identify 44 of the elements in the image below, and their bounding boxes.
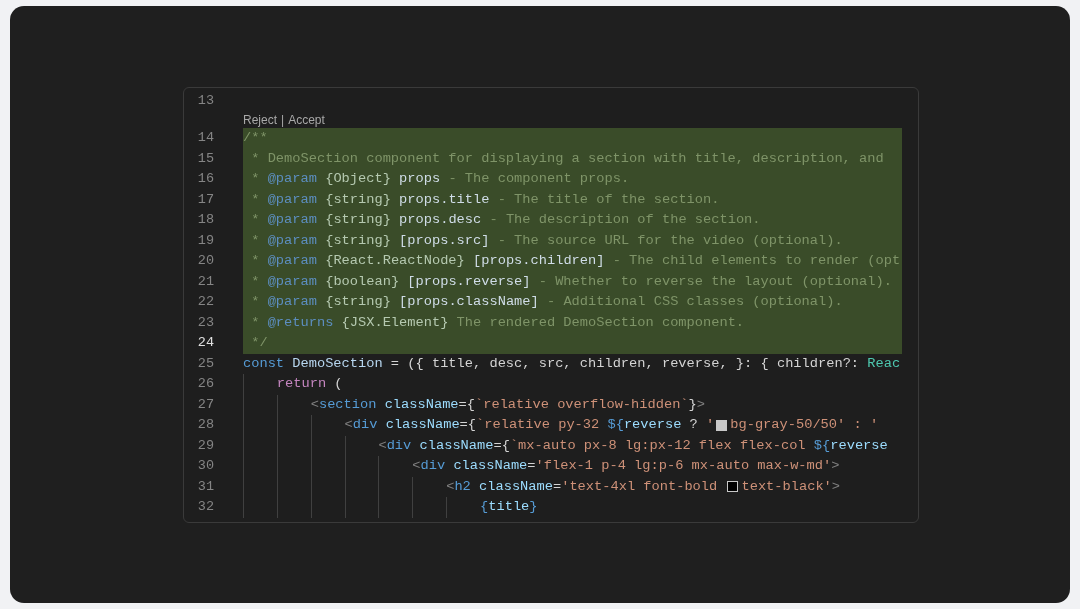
code-text: * DemoSection component for displaying a section with title, description, and — [250, 149, 884, 168]
code-text: * @param {string} props.desc - The description of the section. — [250, 211, 761, 229]
code-text: * @param {string} [props.className] - Additional CSS classes (optional). — [250, 293, 843, 311]
code-text: * @param {React.ReactNode} [props.children] - The child elements to render (opt — [250, 252, 901, 270]
code-text: * @param {string} [props.src] - The source URL for the video (optional). — [250, 231, 843, 250]
accept-link[interactable]: Accept — [288, 111, 325, 128]
code-text: <h2 className='text-4xl font-bold — [446, 477, 719, 496]
line-number: 16 — [196, 170, 214, 188]
code-text: */ — [250, 334, 268, 352]
line-number: 30 — [196, 457, 214, 475]
line-number: 31 — [196, 477, 214, 496]
line-number: 28 — [196, 416, 214, 434]
line-number: 13 — [196, 92, 214, 110]
line-number: 24 — [196, 334, 214, 352]
line-number: 25 — [196, 354, 214, 373]
line-number: 29 — [196, 436, 214, 455]
code-text: text-black'> — [741, 477, 841, 496]
line-number: 19 — [196, 231, 214, 250]
line-number: 18 — [196, 211, 214, 229]
code-text: <div className={`mx-auto px-8 lg:px-12 flex flex-col ${reverse — [378, 436, 888, 455]
reject-link[interactable]: Reject — [243, 111, 277, 128]
code-text: * @returns {JSX.Element} The rendered DemoSection component. — [250, 313, 745, 332]
separator: | — [281, 111, 285, 128]
line-number: 26 — [196, 375, 214, 393]
line-number: 20 — [196, 252, 214, 270]
line-number: 23 — [196, 313, 214, 332]
code-text: return ( — [276, 375, 343, 393]
code-text: * @param {Object} props - The component props. — [250, 170, 630, 188]
code-text: <div className='flex-1 p-4 lg:p-6 mx-auto max-w-md'> — [412, 457, 840, 475]
line-number: 21 — [196, 272, 214, 291]
code-text: {title} — [480, 498, 538, 516]
code-text: bg-gray-50/50' : ' — [730, 416, 879, 434]
code-text: <section className={`relative overflow-hidden`}> — [310, 395, 705, 414]
code-text: <div className={`relative py-32 ${reverse ? ' — [344, 416, 715, 434]
code-text: /** — [243, 129, 268, 147]
line-number: 15 — [196, 149, 214, 168]
line-number: 14 — [196, 129, 214, 147]
code-text: * @param {string} props.title - The title of the section. — [250, 190, 720, 209]
line-number: 27 — [196, 395, 214, 414]
line-number: 32 — [196, 498, 214, 516]
code-text: * @param {boolean} [props.reverse] - Whether to reverse the layout (optional). — [250, 272, 892, 291]
line-number: 17 — [196, 190, 214, 209]
code-text: const DemoSection = ({ title, desc, src, children, reverse, }: { children?: Reac — [243, 354, 901, 373]
line-number: 22 — [196, 293, 214, 311]
